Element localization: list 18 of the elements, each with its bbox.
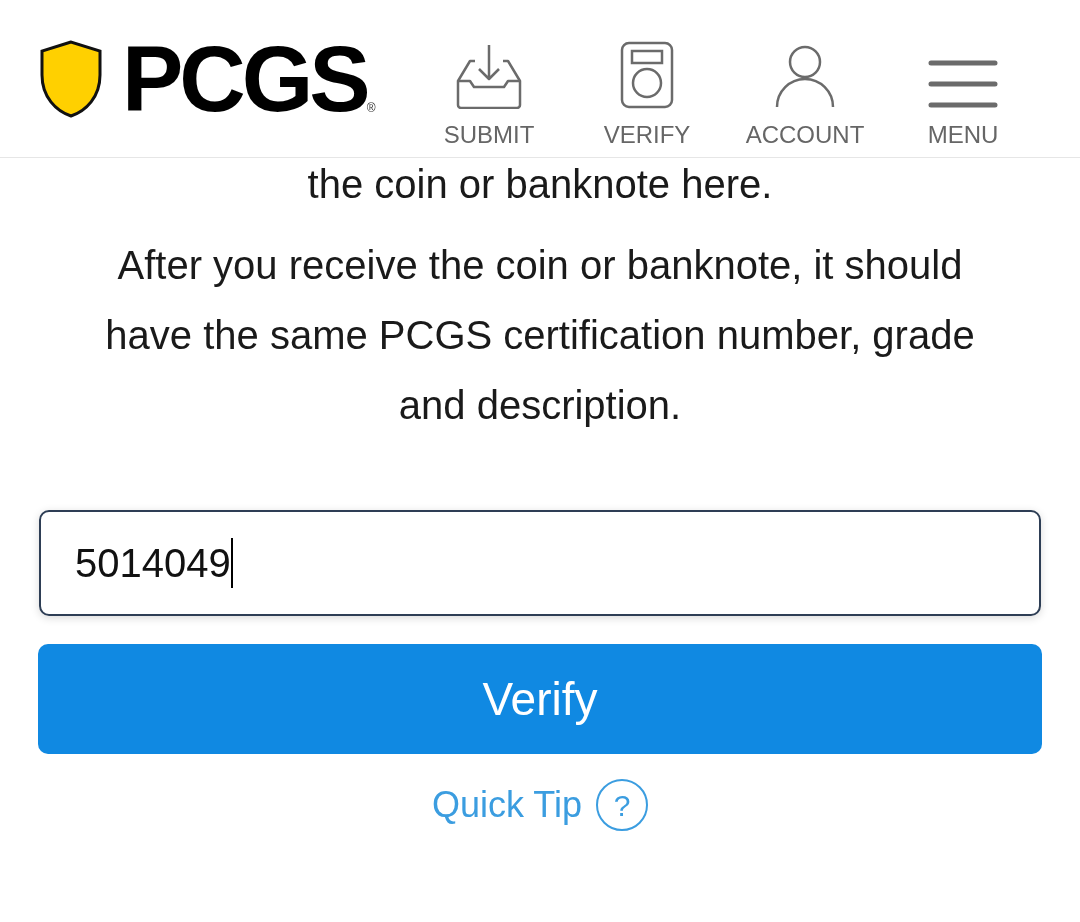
certification-field[interactable]: 5014049 xyxy=(39,510,1041,616)
shield-icon xyxy=(38,38,104,119)
user-icon xyxy=(775,44,835,109)
nav-item[interactable]: ACCOUNT xyxy=(726,26,884,147)
intro-text: the coin or banknote here. xyxy=(307,161,773,208)
quick-tip-link[interactable]: Quick Tip ? xyxy=(431,778,648,832)
logo-text: PCGS xyxy=(122,38,367,119)
nav-item[interactable]: SUBMIT xyxy=(410,26,568,147)
device-icon xyxy=(620,40,674,109)
registered-mark: ® xyxy=(366,100,376,117)
text-cursor xyxy=(230,538,233,588)
help-icon: ? xyxy=(596,779,648,831)
nav-item[interactable]: VERIFY xyxy=(568,26,726,147)
verify-button[interactable]: Verify xyxy=(38,644,1042,754)
instructions-text: After you receive the coin or banknote, it should have the same PCGS certification number, grade and description. xyxy=(104,242,976,429)
menu-icon xyxy=(928,58,998,109)
nav-item[interactable]: MENU xyxy=(884,26,1042,147)
inbox-download-icon xyxy=(455,42,523,109)
